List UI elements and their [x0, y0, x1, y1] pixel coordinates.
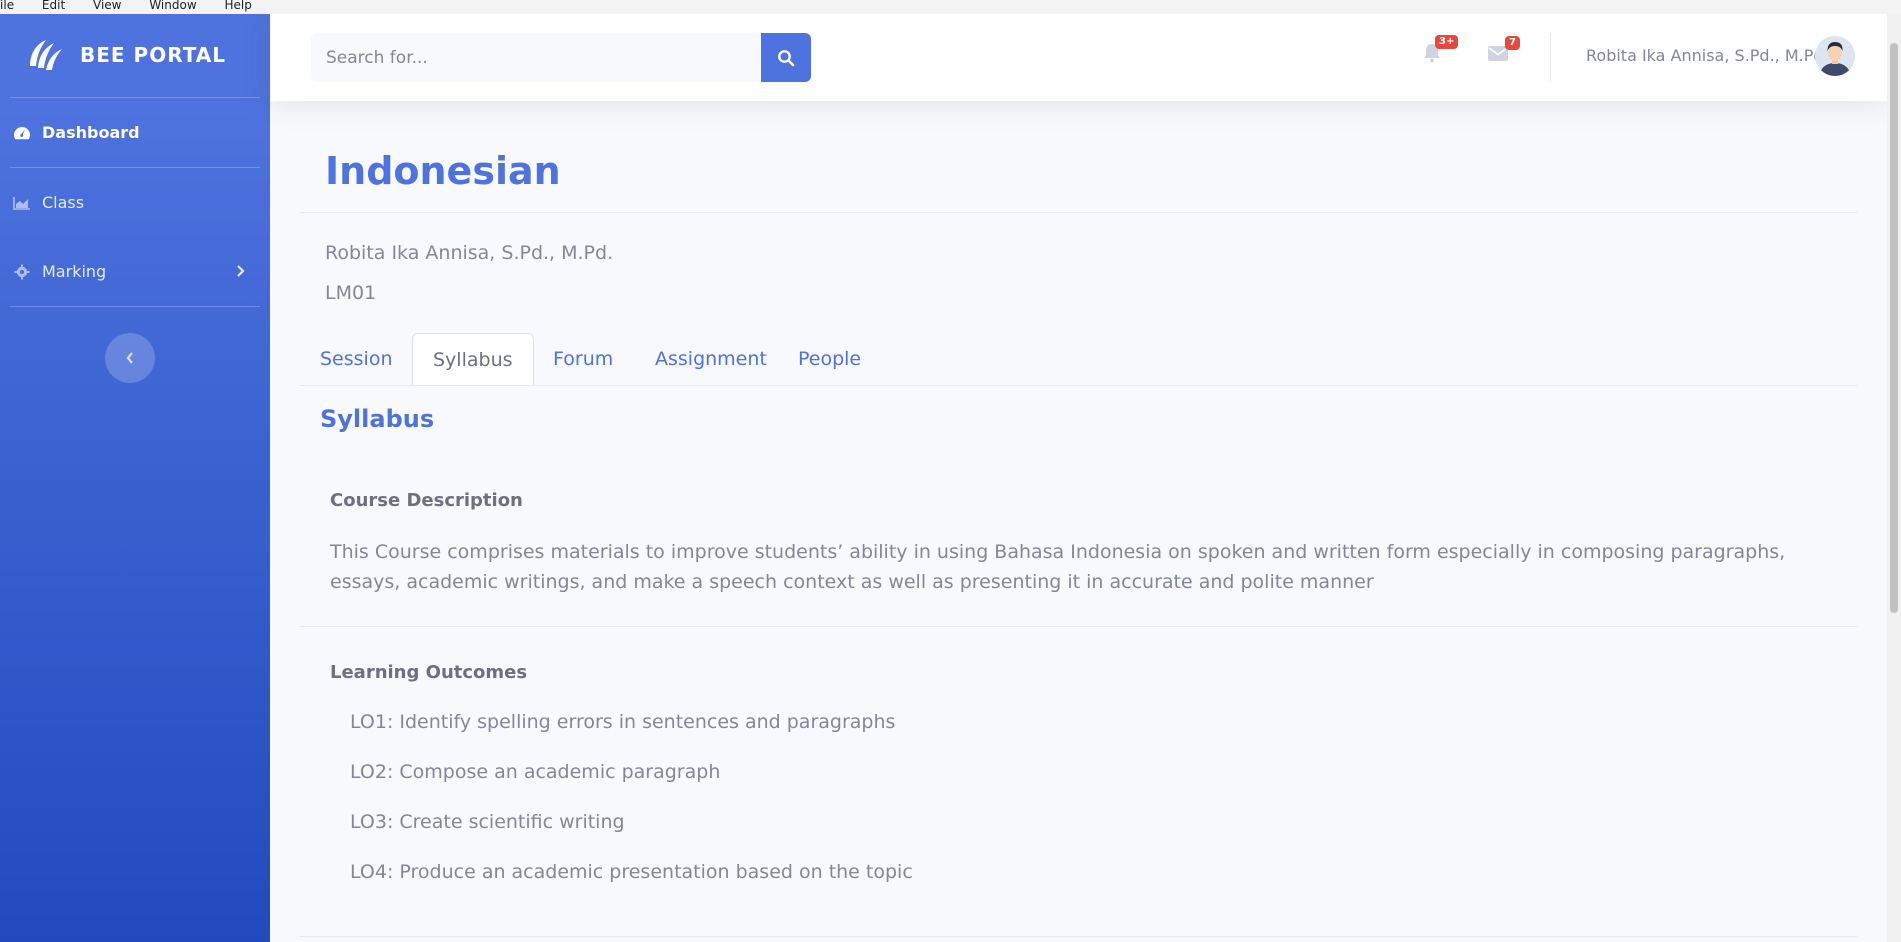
page-title: Indonesian: [325, 149, 561, 193]
list-item: LO4: Produce an academic presentation ba…: [350, 861, 913, 883]
sidebar-toggle-button[interactable]: [105, 333, 155, 383]
chevron-left-icon: [126, 352, 133, 364]
user-name[interactable]: Robita Ika Annisa, S.Pd., M.Pd.: [1586, 46, 1829, 65]
sidebar-divider: [10, 306, 260, 307]
page-scrollbar[interactable]: [1887, 13, 1901, 942]
tachometer-icon: [12, 125, 32, 141]
avatar[interactable]: [1815, 36, 1855, 76]
cog-icon: [12, 264, 32, 280]
brand[interactable]: BEE PORTAL: [0, 13, 270, 97]
list-item: LO2: Compose an academic paragraph: [350, 761, 721, 783]
tab-forum[interactable]: Forum: [533, 333, 633, 386]
menu-window[interactable]: Window: [149, 0, 196, 11]
sidebar-item-marking[interactable]: Marking: [0, 237, 270, 306]
sidebar-item-label: Marking: [42, 262, 107, 281]
sidebar-item-class[interactable]: Class: [0, 168, 270, 237]
course-teacher: Robita Ika Annisa, S.Pd., M.Pd.: [325, 242, 614, 264]
alerts-count-badge: 3+: [1435, 35, 1459, 49]
tab-people[interactable]: People: [778, 333, 881, 386]
sidebar: BEE PORTAL Dashboard Class Marking: [0, 13, 270, 942]
messages-count-badge: 7: [1505, 36, 1520, 50]
search-input[interactable]: [311, 33, 761, 82]
search-icon: [778, 49, 795, 66]
course-tabs: Session Syllabus Forum Assignment People: [300, 333, 1857, 387]
alerts-button[interactable]: 3+: [1423, 35, 1459, 67]
search-bar: [311, 33, 811, 82]
section-title: Syllabus: [320, 405, 435, 433]
user-avatar-icon: [1815, 36, 1855, 76]
scrollbar-thumb[interactable]: [1890, 43, 1898, 613]
menu-edit[interactable]: Edit: [42, 0, 65, 11]
tab-assignment[interactable]: Assignment: [635, 333, 787, 386]
tabs-underline: [300, 385, 1857, 386]
section-divider: [300, 936, 1857, 937]
sidebar-item-label: Class: [42, 193, 85, 212]
list-item: LO3: Create scientific writing: [350, 811, 625, 833]
title-divider: [300, 212, 1857, 213]
chart-area-icon: [12, 195, 32, 211]
sidebar-item-label: Dashboard: [42, 123, 140, 142]
chevron-right-icon: [236, 263, 246, 282]
learning-outcomes-heading: Learning Outcomes: [330, 662, 528, 683]
menu-view[interactable]: View: [93, 0, 121, 11]
section-divider: [300, 626, 1857, 627]
brand-name: BEE PORTAL: [80, 43, 227, 67]
sidebar-item-dashboard[interactable]: Dashboard: [0, 98, 270, 167]
brand-logo-icon: [30, 40, 62, 70]
messages-button[interactable]: 7: [1488, 36, 1520, 65]
menu-file[interactable]: File: [0, 0, 14, 11]
topbar-divider: [1550, 33, 1551, 81]
course-code: LM01: [325, 282, 377, 304]
topbar: 3+ 7 Robita Ika Annisa, S.Pd., M.Pd.: [270, 13, 1887, 101]
tab-syllabus[interactable]: Syllabus: [412, 333, 534, 386]
tab-session[interactable]: Session: [300, 333, 413, 386]
menu-help[interactable]: Help: [224, 0, 251, 11]
course-description-heading: Course Description: [330, 490, 523, 511]
list-item: LO1: Identify spelling errors in sentenc…: [350, 711, 896, 733]
course-description-text: This Course comprises materials to impro…: [330, 541, 1786, 593]
search-button[interactable]: [761, 33, 811, 82]
app-menu-bar: File Edit View Window Help: [0, 0, 1901, 14]
